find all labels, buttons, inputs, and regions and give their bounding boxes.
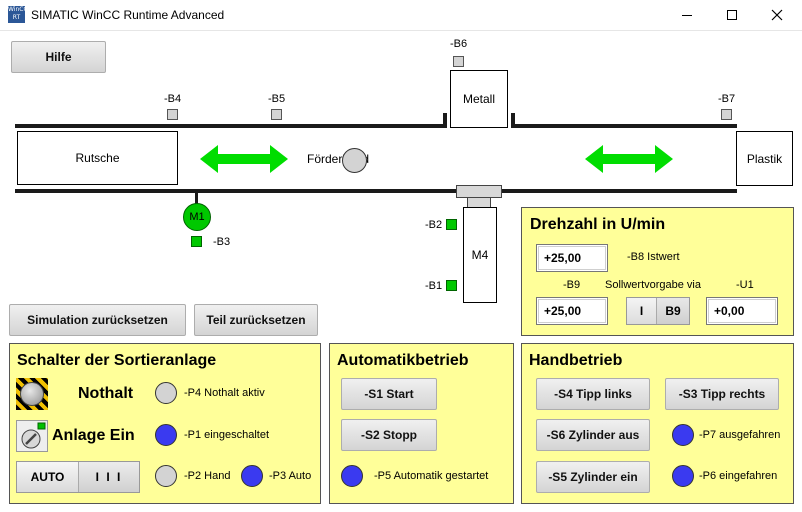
p4-emergency-lamp: [155, 382, 177, 404]
close-button[interactable]: [765, 4, 789, 26]
conveyor-top-rail-right: [511, 124, 737, 128]
u1-label: -U1: [736, 279, 754, 291]
window-title: SIMATIC WinCC Runtime Advanced: [31, 8, 225, 22]
manual-panel: Handbetrieb -S4 Tipp links -S3 Tipp rech…: [521, 343, 794, 504]
p2-manual-lamp: [155, 465, 177, 487]
setpoint-source-toggle[interactable]: I B9: [626, 297, 690, 325]
key-switch-icon: [21, 422, 46, 449]
power-switch[interactable]: [16, 420, 48, 452]
auto-panel-title: Automatikbetrieb: [337, 352, 469, 369]
s3-jog-right-button[interactable]: -S3 Tipp rechts: [665, 378, 779, 410]
sensor-b7: [721, 109, 732, 120]
emergency-stop-button[interactable]: [16, 378, 48, 410]
auto-panel: Automatikbetrieb -S1 Start -S2 Stopp -P5…: [329, 343, 514, 504]
setpoint-value-field[interactable]: +25,00: [536, 297, 608, 325]
p3-auto-lamp: [241, 465, 263, 487]
maximize-icon: [727, 10, 737, 20]
title-bar: WinCC RT SIMATIC WinCC Runtime Advanced: [0, 0, 802, 31]
minimize-icon: [682, 14, 692, 16]
setpoint-source-internal[interactable]: I: [627, 298, 657, 324]
cylinder-m4: M4: [463, 207, 497, 303]
speed-panel: Drehzahl in U/min +25,00 -B8 Istwert -B9…: [521, 207, 794, 336]
close-icon: [771, 9, 783, 21]
speed-panel-title: Drehzahl in U/min: [530, 216, 666, 233]
p6-retracted-lamp: [672, 465, 694, 487]
b8-actual-value-field: +25,00: [536, 244, 608, 272]
mode-auto-option[interactable]: AUTO: [17, 462, 79, 492]
simulation-reset-button[interactable]: Simulation zurücksetzen: [9, 304, 186, 336]
sensor-b2-label: -B2: [425, 219, 443, 231]
s6-cylinder-off-button[interactable]: -S6 Zylinder aus: [536, 419, 650, 451]
wincc-app-icon: WinCC RT: [8, 6, 28, 23]
emergency-stop-knob-icon: [20, 382, 44, 406]
switch-panel: Schalter der Sortieranlage Nothalt -P4 N…: [9, 343, 321, 504]
p2-manual-label: -P2 Hand: [184, 470, 231, 482]
sensor-b6: [453, 56, 464, 67]
sensor-b5-label: -B5: [268, 93, 286, 105]
s1-start-button[interactable]: -S1 Start: [341, 378, 437, 410]
sensor-b1: [446, 280, 457, 291]
conveyor-bottom-rail: [15, 189, 737, 193]
sensor-b7-label: -B7: [718, 93, 736, 105]
sensor-b4: [167, 109, 178, 120]
sensor-b4-label: -B4: [164, 93, 182, 105]
p7-extended-lamp: [672, 424, 694, 446]
station-metall: Metall: [450, 70, 508, 128]
metall-wall-left: [443, 113, 447, 128]
sensor-b2: [446, 219, 457, 230]
p6-retracted-label: -P6 eingefahren: [699, 470, 778, 482]
conveyor-top-rail-left: [15, 124, 447, 128]
part-reset-button[interactable]: Teil zurücksetzen: [194, 304, 318, 336]
p1-on-lamp: [155, 424, 177, 446]
sensor-b3: [191, 236, 202, 247]
sensor-b1-label: -B1: [425, 280, 443, 292]
p3-auto-label: -P3 Auto: [269, 470, 312, 482]
help-button[interactable]: Hilfe: [11, 41, 106, 73]
s2-stop-button[interactable]: -S2 Stopp: [341, 419, 437, 451]
emergency-stop-label: Nothalt: [78, 385, 134, 402]
direction-arrows-left-icon: [200, 145, 288, 173]
minimize-button[interactable]: [675, 4, 699, 26]
p5-auto-started-label: -P5 Automatik gestartet: [374, 470, 489, 482]
sensor-b5: [271, 109, 282, 120]
maximize-button[interactable]: [720, 4, 744, 26]
u1-value-field: +0,00: [706, 297, 778, 325]
switch-panel-title: Schalter der Sortieranlage: [17, 352, 217, 369]
conveyor-status-lamp: [342, 148, 367, 173]
setpoint-source-label: Sollwertvorgabe via: [605, 279, 701, 291]
power-label: Anlage Ein: [52, 427, 135, 444]
motor-m1: M1: [183, 203, 211, 231]
p5-auto-started-lamp: [341, 465, 363, 487]
direction-arrows-right-icon: [585, 145, 673, 173]
mode-manual-option[interactable]: I I I: [79, 462, 139, 492]
station-plastik: Plastik: [736, 131, 793, 186]
mode-switch[interactable]: AUTO I I I: [16, 461, 140, 493]
setpoint-source-b9[interactable]: B9: [657, 298, 689, 324]
s4-jog-left-button[interactable]: -S4 Tipp links: [536, 378, 650, 410]
manual-panel-title: Handbetrieb: [529, 352, 623, 369]
p4-emergency-label: -P4 Nothalt aktiv: [184, 387, 265, 399]
sensor-b3-label: -B3: [213, 236, 231, 248]
sensor-b6-label: -B6: [450, 38, 468, 50]
b8-actual-label: -B8 Istwert: [627, 251, 680, 263]
station-rutsche: Rutsche: [17, 131, 178, 185]
p7-extended-label: -P7 ausgefahren: [699, 429, 781, 441]
p1-on-label: -P1 eingeschaltet: [184, 429, 269, 441]
b9-label: -B9: [563, 279, 581, 291]
s5-cylinder-on-button[interactable]: -S5 Zylinder ein: [536, 461, 650, 493]
